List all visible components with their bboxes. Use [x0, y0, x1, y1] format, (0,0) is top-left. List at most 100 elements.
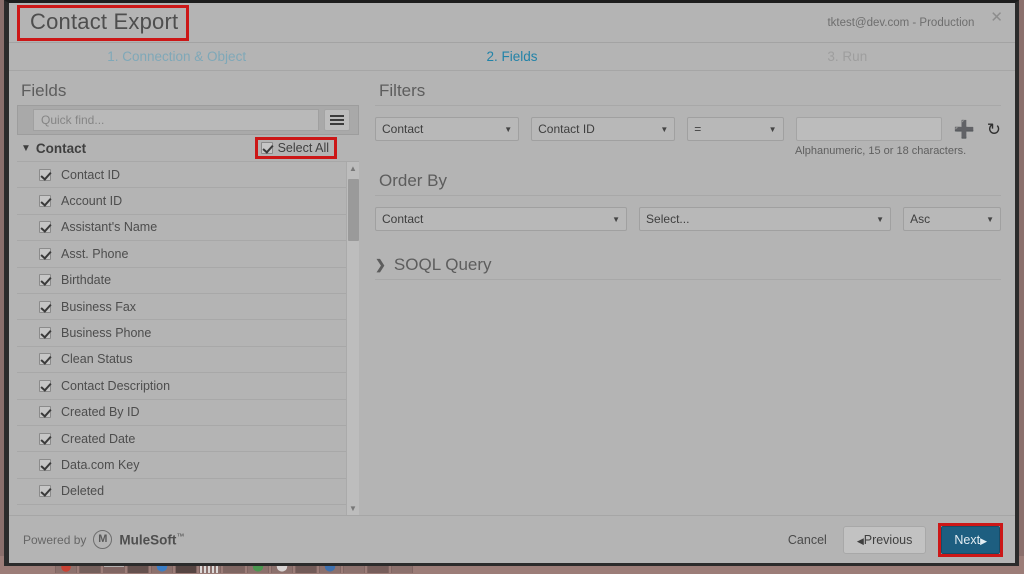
- dialog-body: Fields ▼ Contact Select All Contact ID Ac…: [9, 71, 1015, 515]
- mulesoft-brand-name: MuleSoft™: [119, 532, 184, 548]
- field-label: Business Phone: [61, 326, 152, 341]
- field-label: Contact Description: [61, 378, 171, 393]
- chevron-down-icon: ▼: [660, 124, 669, 134]
- field-label: Data.com Key: [61, 457, 140, 472]
- mulesoft-brand-text: MuleSoft: [119, 532, 177, 548]
- field-checkbox[interactable]: [39, 274, 51, 287]
- filters-section-title: Filters: [379, 81, 426, 100]
- chevron-right-icon[interactable]: ❯: [375, 257, 386, 273]
- field-list-item[interactable]: Birthdate: [17, 268, 346, 294]
- soql-query-section-toggle[interactable]: ❯ SOQL Query: [375, 255, 1001, 280]
- field-list-item[interactable]: Data.com Key: [17, 452, 346, 479]
- field-list-item[interactable]: Assistant's Name: [17, 215, 346, 242]
- field-list-item[interactable]: Contact ID: [17, 162, 346, 189]
- order-by-direction-select[interactable]: Asc ▼: [903, 207, 1001, 231]
- field-label: Assistant's Name: [61, 220, 158, 235]
- field-checkbox[interactable]: [39, 379, 51, 392]
- field-list-item[interactable]: Business Phone: [17, 320, 346, 347]
- filter-field-value: Contact ID: [538, 122, 595, 136]
- field-checkbox[interactable]: [39, 195, 51, 208]
- field-group-header-contact[interactable]: ▼ Contact Select All: [17, 135, 359, 162]
- field-checkbox[interactable]: [39, 221, 51, 234]
- field-checkbox[interactable]: [39, 247, 51, 260]
- field-label: Asst. Phone: [61, 246, 129, 261]
- field-label: Created By ID: [61, 405, 140, 420]
- filter-value-hint: Alphanumeric, 15 or 18 characters.: [795, 145, 967, 157]
- field-label: Business Fax: [61, 299, 137, 314]
- chevron-down-icon: ▼: [986, 214, 994, 224]
- previous-button-label: Previous: [863, 532, 913, 547]
- caret-down-icon[interactable]: ▼: [347, 502, 359, 515]
- caret-up-icon[interactable]: ▲: [347, 162, 359, 175]
- wizard-steps: 1. Connection & Object 2. Fields 3. Run: [9, 43, 1015, 71]
- field-checkbox[interactable]: [39, 353, 51, 366]
- filter-operator-select[interactable]: = ▼: [687, 117, 784, 141]
- field-list-item[interactable]: Created Date: [17, 426, 346, 453]
- plus-icon[interactable]: ➕: [954, 121, 975, 138]
- filter-field-select[interactable]: Contact ID ▼: [531, 117, 676, 141]
- caret-right-icon: ▶: [980, 535, 987, 546]
- tab-run[interactable]: 3. Run: [680, 43, 1015, 70]
- field-list[interactable]: Contact ID Account ID Assistant's Name Asst…: [17, 162, 346, 515]
- titlebar-right-group: tktest@dev.com - Production ✕: [827, 10, 1015, 35]
- field-list-item[interactable]: Account ID: [17, 188, 346, 215]
- scrollbar-thumb[interactable]: [348, 179, 359, 241]
- field-list-item[interactable]: Contact Description: [17, 373, 346, 400]
- order-by-direction-value: Asc: [910, 212, 931, 226]
- field-checkbox[interactable]: [39, 406, 51, 419]
- contact-export-dialog: Contact Export tktest@dev.com - Producti…: [4, 0, 1019, 566]
- field-checkbox[interactable]: [39, 300, 51, 313]
- select-all-checkbox-box[interactable]: [260, 142, 273, 154]
- mulesoft-logo-icon: M: [93, 530, 113, 549]
- tab-fields[interactable]: 2. Fields: [344, 43, 679, 70]
- order-by-section-title: Order By: [379, 171, 448, 190]
- field-checkbox[interactable]: [39, 485, 51, 498]
- filters-divider: [375, 105, 1001, 106]
- field-list-scrollbar[interactable]: ▲ ▼: [346, 162, 359, 515]
- soql-query-title: SOQL Query: [393, 255, 492, 274]
- order-by-field-select[interactable]: Select... ▼: [639, 207, 892, 231]
- order-by-field-value: Select...: [646, 212, 690, 226]
- refresh-icon[interactable]: ↻: [987, 121, 1001, 138]
- trademark-symbol: ™: [176, 531, 185, 541]
- cancel-button[interactable]: Cancel: [784, 533, 831, 547]
- filter-object-select[interactable]: Contact ▼: [375, 117, 520, 141]
- hamburger-menu-icon[interactable]: [324, 109, 350, 131]
- filter-value-input[interactable]: [795, 117, 942, 141]
- search-input[interactable]: [33, 109, 319, 131]
- field-label: Account ID: [61, 194, 123, 209]
- field-label: Birthdate: [61, 273, 112, 288]
- field-checkbox[interactable]: [39, 327, 51, 340]
- chevron-down-icon: ▼: [612, 214, 621, 224]
- chevron-down-icon: ▼: [876, 214, 885, 224]
- field-checkbox[interactable]: [39, 432, 51, 445]
- tab-connection-object[interactable]: 1. Connection & Object: [9, 43, 344, 70]
- field-label: Created Date: [61, 431, 136, 446]
- field-list-item[interactable]: Business Fax: [17, 294, 346, 321]
- powered-by-label: Powered by: [23, 532, 87, 547]
- field-checkbox[interactable]: [39, 168, 51, 181]
- field-list-container: Contact ID Account ID Assistant's Name Asst…: [17, 162, 359, 515]
- field-checkbox[interactable]: [39, 458, 51, 471]
- next-button[interactable]: Next▶: [941, 525, 1000, 554]
- field-list-item[interactable]: Asst. Phone: [17, 241, 346, 268]
- order-by-object-value: Contact: [382, 212, 424, 226]
- field-list-item[interactable]: Clean Status: [17, 347, 346, 374]
- fields-section-title: Fields: [21, 81, 67, 100]
- chevron-down-icon[interactable]: ▼: [21, 143, 31, 154]
- page-title: Contact Export: [17, 4, 190, 41]
- field-list-item[interactable]: Created By ID: [17, 400, 346, 426]
- select-all-checkbox[interactable]: Select All: [254, 137, 337, 159]
- order-by-divider: [375, 195, 1001, 196]
- select-all-label: Select All: [277, 141, 329, 155]
- order-by-object-select[interactable]: Contact ▼: [375, 207, 628, 231]
- scrollbar-track[interactable]: [347, 175, 359, 502]
- query-config-panel: Filters Contact ▼ Contact ID ▼ = ▼ ➕ ↻ A…: [367, 71, 1015, 515]
- order-by-row: Contact ▼ Select... ▼ Asc ▼: [375, 207, 1001, 231]
- filter-row: Contact ▼ Contact ID ▼ = ▼ ➕ ↻: [375, 117, 1001, 141]
- close-icon[interactable]: ✕: [988, 10, 1005, 25]
- caret-left-icon: ◀: [856, 535, 864, 546]
- previous-button[interactable]: ◀Previous: [842, 525, 927, 554]
- field-list-item[interactable]: Deleted: [17, 479, 346, 506]
- dialog-footer: Powered by M MuleSoft™ Cancel ◀Previous …: [9, 515, 1015, 563]
